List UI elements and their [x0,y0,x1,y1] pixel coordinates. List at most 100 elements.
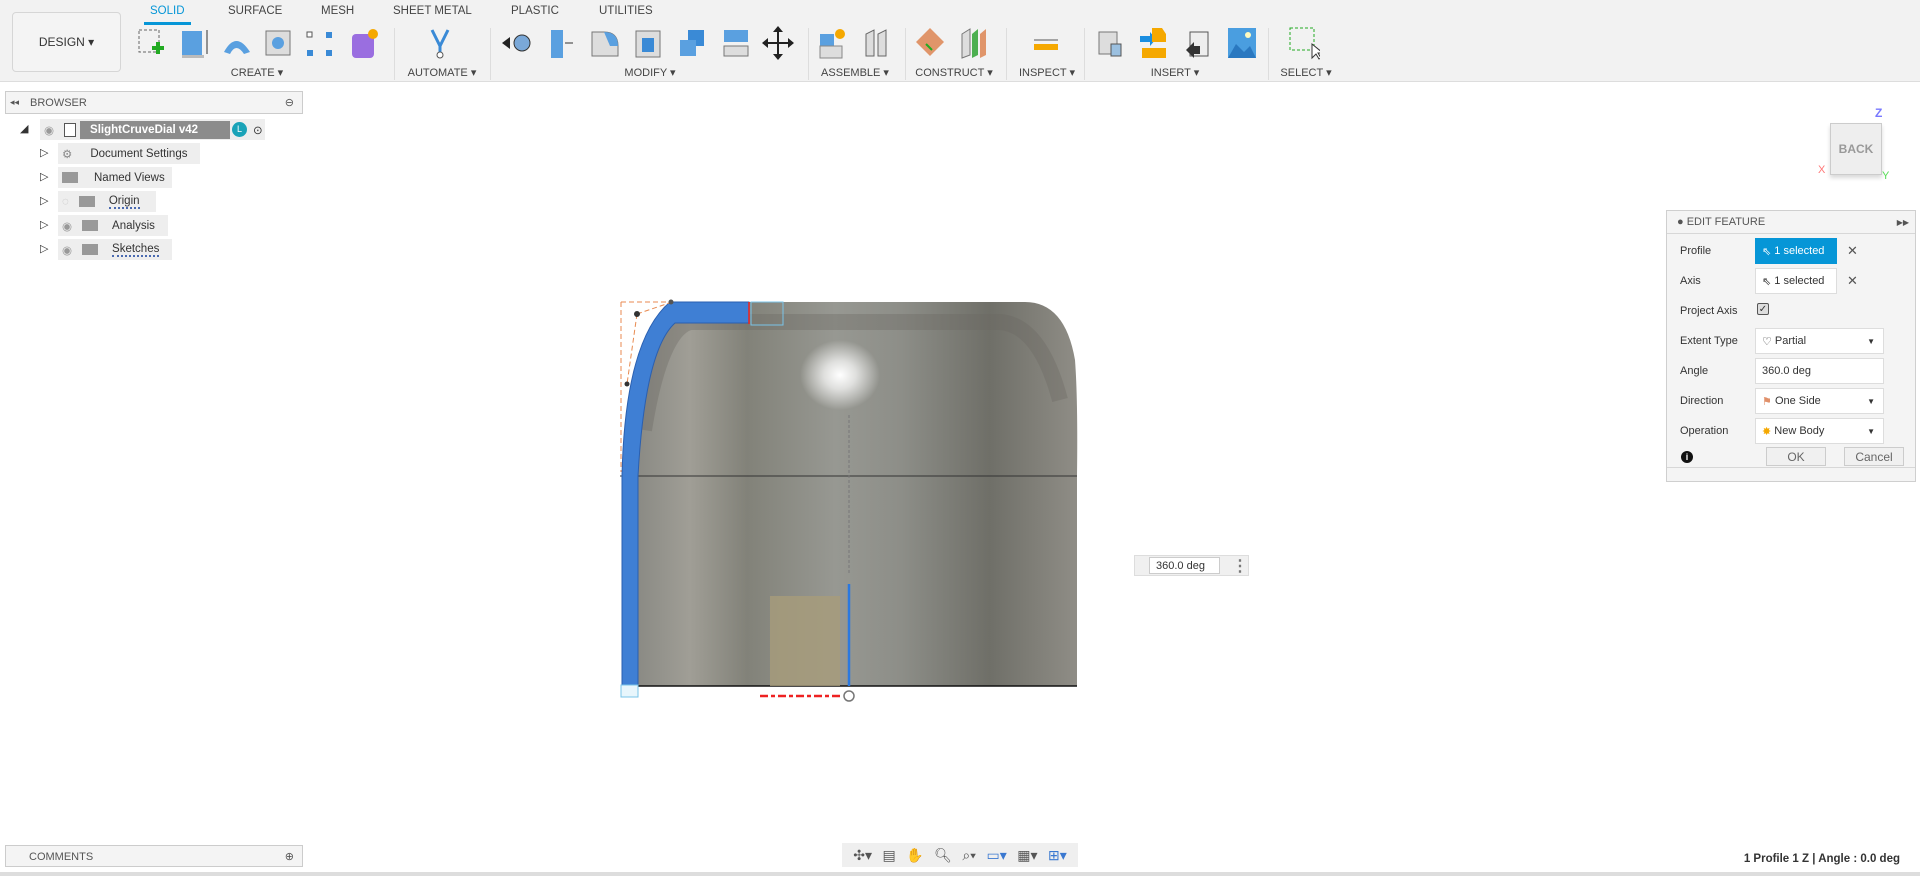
orbit-icon[interactable]: ✣▾ [853,847,872,864]
group-create[interactable]: CREATE ▾ [231,66,283,79]
angle-input[interactable]: 360.0 deg [1755,358,1884,384]
tab-sheet-metal[interactable]: SHEET METAL [393,5,472,17]
extrude-icon[interactable] [178,26,210,60]
navigation-bar: ✣▾ ▤ ✋ 🔍︎ ⌕▾ ▭▾ ▦▾ ⊞▾ [842,843,1078,867]
angle-hud-value[interactable]: 360.0 deg [1149,557,1220,574]
panel-header[interactable]: ● EDIT FEATURE ▶▶ [1667,211,1915,234]
look-at-icon[interactable]: ▤ [882,847,895,864]
revolve-icon[interactable] [220,26,252,60]
activate-radio-icon[interactable]: ⊙ [253,123,263,137]
cancel-button[interactable]: Cancel [1844,447,1904,466]
extent-type-row: Extent Type ♡ Partial ▼ [1667,328,1915,354]
new-component-icon[interactable] [816,26,848,60]
group-automate[interactable]: AUTOMATE ▾ [408,66,477,79]
comments-panel[interactable]: COMMENTS ⊕ [5,845,303,867]
axis-selection[interactable]: ⇖ 1 selected [1755,268,1837,294]
extent-type-dropdown[interactable]: ♡ Partial ▼ [1755,328,1884,354]
expand-icon[interactable]: ▷ [40,146,48,159]
fillet-icon[interactable] [588,26,620,60]
viewcube-face[interactable]: BACK [1839,142,1874,156]
workspace-design-button[interactable]: DESIGN ▾ [12,12,121,72]
shell-icon[interactable] [632,26,664,60]
eye-icon[interactable]: ◉ [44,123,54,137]
panel-title: EDIT FEATURE [1686,216,1766,228]
joint-icon[interactable] [860,26,892,60]
automate-icon[interactable] [424,26,456,60]
grid-icon[interactable]: ▦▾ [1017,847,1037,864]
add-comment-icon[interactable]: ⊕ [285,850,294,863]
collapse-panel-icon[interactable]: ● [1677,216,1684,228]
profile-selection[interactable]: ⇖ 1 selected [1755,238,1837,264]
hole-icon[interactable] [262,26,294,60]
group-construct[interactable]: CONSTRUCT ▾ [915,66,992,79]
expand-root-icon[interactable]: ◢ [20,122,28,135]
create-sketch-icon[interactable] [136,26,168,60]
expand-icon[interactable]: ▷ [40,194,48,207]
gear-icon: ⚙ [62,148,73,161]
browser-panel-header[interactable]: ◂◂ BROWSER ⊖ [5,91,303,114]
insert-derive-icon[interactable] [1095,26,1127,60]
zoom-icon[interactable]: 🔍︎ [934,847,952,864]
expand-icon[interactable]: ▷ [40,242,48,255]
collapse-icon[interactable]: ◂◂ [10,97,19,108]
clear-axis-icon[interactable]: ✕ [1847,273,1858,289]
midplane-icon[interactable] [958,26,990,60]
group-modify[interactable]: MODIFY ▾ [624,66,675,79]
z-axis-label: Z [1875,106,1883,120]
model-viewport[interactable] [600,280,1260,710]
tab-utilities[interactable]: UTILITIES [599,5,653,17]
tab-solid[interactable]: SOLID [144,5,190,25]
y-axis-label: Y [1882,170,1890,182]
insert-mesh-icon[interactable] [1182,26,1214,60]
group-inspect[interactable]: INSPECT ▾ [1019,66,1075,79]
form-icon[interactable] [348,26,380,60]
offset-face-icon[interactable] [545,26,577,60]
tree-item-named-views[interactable]: Named Views [58,167,172,188]
minimize-icon[interactable]: ⊖ [285,96,294,109]
viewcube[interactable]: BACK [1830,123,1882,175]
info-icon[interactable]: i [1681,451,1693,463]
offset-plane-icon[interactable] [914,26,946,60]
expand-icon[interactable]: ▷ [40,218,48,231]
group-assemble[interactable]: ASSEMBLE ▾ [821,66,889,79]
tree-item-analysis[interactable]: ◉ Analysis [58,215,168,236]
project-axis-checkbox[interactable]: ✓ [1757,303,1769,315]
tab-plastic[interactable]: PLASTIC [511,5,559,17]
tree-root[interactable]: ◉ SlightCruveDial v42 L ⊙ [40,119,265,140]
split-body-icon[interactable] [720,26,752,60]
eye-hidden-icon[interactable]: ◌ [62,196,69,208]
move-icon[interactable] [762,26,794,60]
eye-icon[interactable]: ◉ [62,243,72,257]
measure-icon[interactable] [1030,26,1062,60]
expand-panel-icon[interactable]: ▶▶ [1897,218,1909,227]
insert-canvas-icon[interactable] [1226,26,1258,60]
eye-icon[interactable]: ◉ [62,219,72,233]
tab-surface[interactable]: SURFACE [228,5,282,17]
group-insert[interactable]: INSERT ▾ [1151,66,1200,79]
operation-dropdown[interactable]: ✸ New Body ▼ [1755,418,1884,444]
tree-item-origin[interactable]: ◌ Origin [58,191,156,212]
display-settings-icon[interactable]: ▭▾ [987,847,1007,864]
viewports-icon[interactable]: ⊞▾ [1048,847,1067,864]
tree-item-document-settings[interactable]: ⚙ Document Settings [58,143,200,164]
pan-icon[interactable]: ✋ [906,847,923,864]
browser-title: BROWSER [30,97,87,109]
direction-dropdown[interactable]: ⚑ One Side ▼ [1755,388,1884,414]
press-pull-icon[interactable] [500,26,532,60]
angle-heads-up-input[interactable]: 360.0 deg ⋮ [1134,555,1249,576]
select-window-icon[interactable] [1288,26,1320,60]
direction-row: Direction ⚑ One Side ▼ [1667,388,1915,414]
more-options-icon[interactable]: ⋮ [1232,556,1248,576]
insert-svg-icon[interactable] [1138,26,1170,60]
tree-item-sketches[interactable]: ◉ Sketches [58,239,172,260]
expand-icon[interactable]: ▷ [40,170,48,183]
group-select[interactable]: SELECT ▾ [1280,66,1331,79]
new-body-icon: ✸ [1762,425,1772,438]
pattern-icon[interactable] [304,26,336,60]
tab-mesh[interactable]: MESH [321,5,354,17]
angle-manipulator[interactable] [843,690,855,702]
clear-profile-icon[interactable]: ✕ [1847,243,1858,259]
fit-icon[interactable]: ⌕▾ [962,847,976,864]
combine-icon[interactable] [676,26,708,60]
ok-button[interactable]: OK [1766,447,1826,466]
